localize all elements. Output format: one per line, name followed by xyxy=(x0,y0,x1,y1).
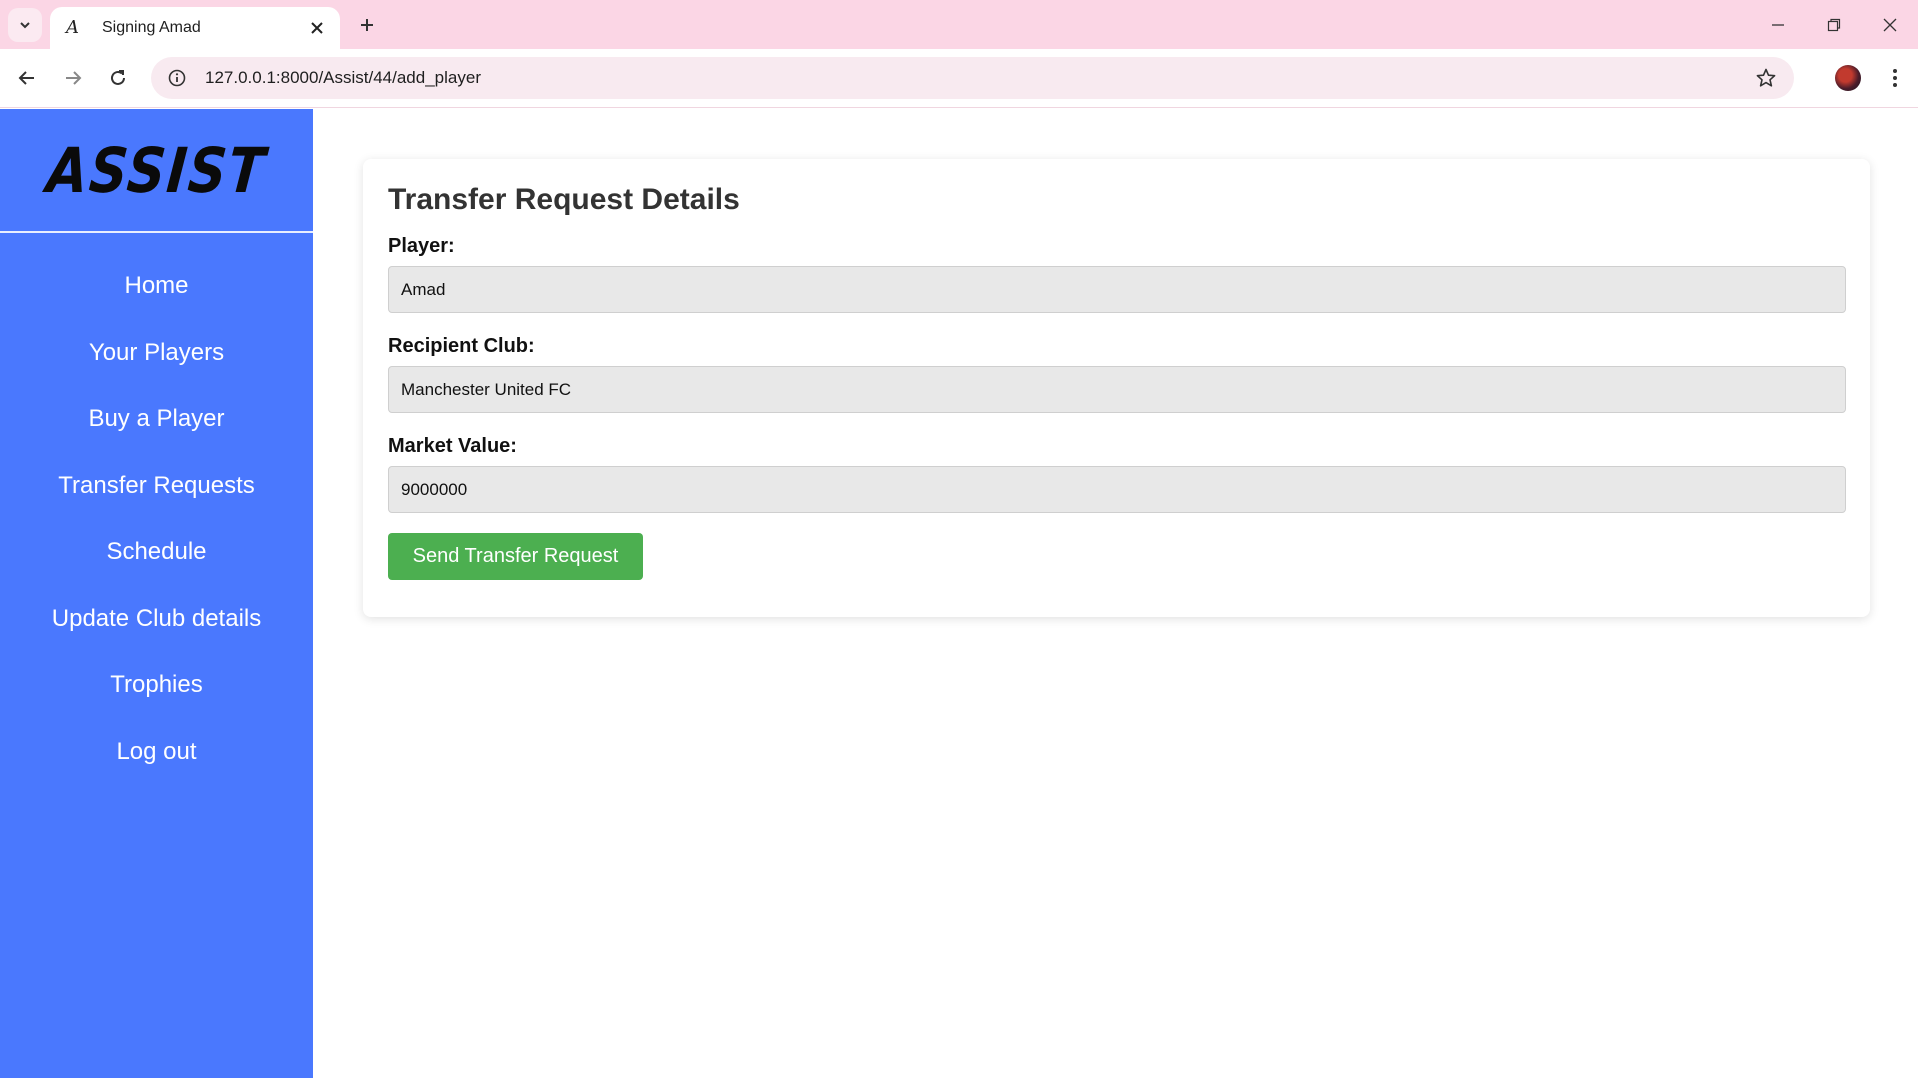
plus-icon xyxy=(361,19,373,31)
forward-button[interactable] xyxy=(56,61,90,95)
minimize-icon xyxy=(1772,23,1784,26)
sidebar-item-your-players[interactable]: Your Players xyxy=(0,320,313,387)
recipient-club-label: Recipient Club: xyxy=(388,335,535,357)
sidebar-item-transfer-requests[interactable]: Transfer Requests xyxy=(0,453,313,520)
market-value-label: Market Value: xyxy=(388,435,517,457)
sidebar-nav: Home Your Players Buy a Player Transfer … xyxy=(0,233,313,785)
new-tab-button[interactable] xyxy=(352,10,382,40)
info-icon xyxy=(168,69,186,87)
assist-logo[interactable]: ASSIST xyxy=(44,134,269,207)
send-transfer-request-button[interactable]: Send Transfer Request xyxy=(388,533,643,580)
transfer-request-card: Transfer Request Details Player: Amad Re… xyxy=(363,159,1870,617)
restore-button[interactable] xyxy=(1806,0,1862,49)
sidebar: ASSIST Home Your Players Buy a Player Tr… xyxy=(0,109,313,1078)
bookmark-button[interactable] xyxy=(1746,57,1786,99)
browser-toolbar: 127.0.0.1:8000/Assist/44/add_player xyxy=(0,49,1918,108)
star-icon xyxy=(1756,68,1776,87)
sidebar-item-schedule[interactable]: Schedule xyxy=(0,519,313,586)
logo-area: ASSIST xyxy=(0,109,313,233)
player-label: Player: xyxy=(388,235,455,257)
form-title: Transfer Request Details xyxy=(388,183,740,216)
site-info-button[interactable] xyxy=(157,57,197,99)
restore-icon xyxy=(1827,18,1841,31)
tab-favicon-icon: A xyxy=(66,17,79,38)
reload-icon xyxy=(111,70,125,85)
close-icon xyxy=(311,22,323,34)
browser-menu-button[interactable] xyxy=(1878,61,1912,95)
close-window-button[interactable] xyxy=(1862,0,1918,49)
address-bar[interactable]: 127.0.0.1:8000/Assist/44/add_player xyxy=(151,57,1794,99)
sidebar-item-buy-a-player[interactable]: Buy a Player xyxy=(0,386,313,453)
browser-tab[interactable]: A Signing Amad xyxy=(50,7,340,49)
sidebar-item-update-club-details[interactable]: Update Club details xyxy=(0,586,313,653)
minimize-button[interactable] xyxy=(1750,0,1806,49)
chevron-down-icon xyxy=(20,22,30,29)
sidebar-item-trophies[interactable]: Trophies xyxy=(0,652,313,719)
sidebar-item-home[interactable]: Home xyxy=(0,253,313,320)
forward-arrow-icon xyxy=(66,71,82,85)
recipient-club-field[interactable]: Manchester United FC xyxy=(388,366,1846,413)
tab-search-button[interactable] xyxy=(8,8,42,42)
kebab-menu-icon xyxy=(1893,69,1897,87)
tab-title: Signing Amad xyxy=(102,19,201,36)
sidebar-item-log-out[interactable]: Log out xyxy=(0,719,313,786)
close-window-icon xyxy=(1883,18,1897,31)
tab-close-button[interactable] xyxy=(306,17,328,39)
player-field[interactable]: Amad xyxy=(388,266,1846,313)
url-text: 127.0.0.1:8000/Assist/44/add_player xyxy=(205,68,481,87)
profile-avatar[interactable] xyxy=(1835,65,1861,91)
reload-button[interactable] xyxy=(101,61,135,95)
back-button[interactable] xyxy=(10,61,44,95)
market-value-field[interactable]: 9000000 xyxy=(388,466,1846,513)
window-controls xyxy=(1750,0,1918,49)
tab-strip: A Signing Amad xyxy=(0,0,1918,49)
back-arrow-icon xyxy=(18,71,34,85)
page-viewport: ASSIST Home Your Players Buy a Player Tr… xyxy=(0,109,1918,1078)
